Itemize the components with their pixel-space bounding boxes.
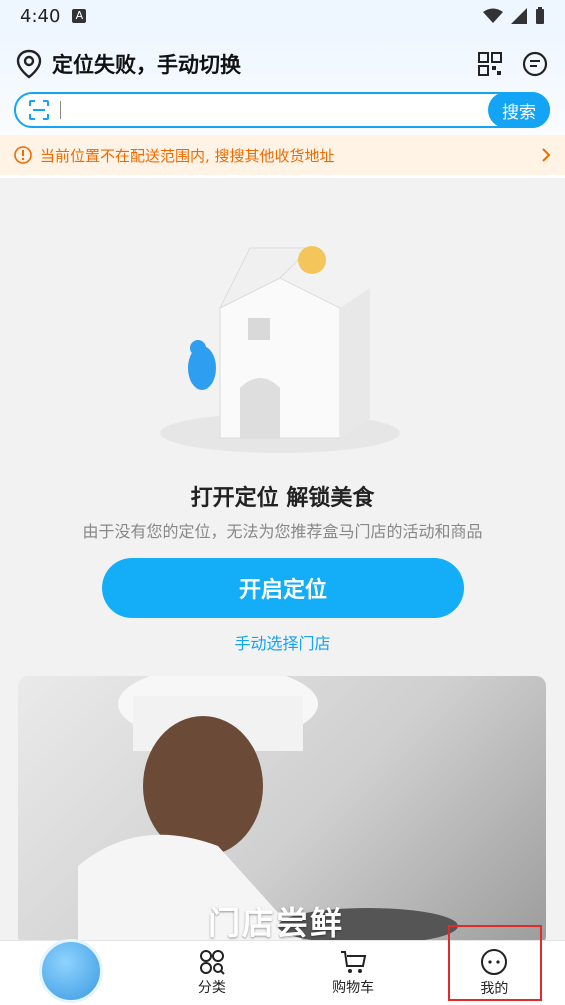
battery-icon: [536, 7, 544, 24]
locate-subtitle: 由于没有您的定位，无法为您推荐盒马门店的活动和商品: [82, 522, 483, 541]
scan-icon[interactable]: [28, 99, 50, 121]
chevron-right-icon: [542, 148, 551, 162]
banner-title: 门店尝鲜: [208, 904, 345, 942]
cart-icon: [341, 951, 367, 973]
search-button[interactable]: 搜索: [488, 92, 550, 128]
bottom-tab-bar: 分类 购物车 我的: [0, 939, 565, 1005]
store-tasting-banner[interactable]: 门店尝鲜: [18, 676, 546, 946]
enable-location-button[interactable]: 开启定位: [102, 558, 464, 618]
tab-mine-label: 我的: [480, 981, 509, 997]
qr-code-icon[interactable]: [477, 51, 503, 77]
hippo-mascot-icon: [38, 939, 103, 1003]
location-pin-icon[interactable]: [16, 49, 42, 79]
search-input[interactable]: [61, 95, 488, 125]
tab-category[interactable]: 分类: [141, 941, 282, 1005]
tab-cart-label: 购物车: [332, 980, 375, 996]
wifi-icon: [483, 8, 503, 23]
tab-mine[interactable]: 我的: [424, 941, 565, 1005]
tab-cart[interactable]: 购物车: [283, 941, 424, 1005]
message-icon[interactable]: [521, 50, 549, 78]
location-switch-label[interactable]: 定位失败，手动切换: [52, 49, 241, 79]
delivery-warning-bar[interactable]: 当前位置不在配送范围内, 搜搜其他收货地址: [0, 135, 565, 175]
tab-home[interactable]: [0, 939, 141, 1005]
manual-select-store-link[interactable]: 手动选择门店: [0, 630, 565, 654]
notification-badge: A: [72, 9, 87, 23]
main-content: 打开定位 解锁美食 由于没有您的定位，无法为您推荐盒马门店的活动和商品 开启定位…: [0, 178, 565, 946]
search-bar[interactable]: 搜索: [14, 92, 550, 128]
locate-title: 打开定位 解锁美食: [190, 486, 375, 511]
tab-category-label: 分类: [197, 980, 226, 996]
warning-text: 当前位置不在配送范围内, 搜搜其他收货地址: [40, 146, 335, 165]
category-icon: [199, 950, 225, 975]
status-time: 4:40: [20, 5, 61, 27]
store-illustration: [160, 246, 400, 453]
profile-face-icon: [481, 949, 508, 975]
info-icon: [14, 146, 32, 164]
signal-icon: [511, 8, 527, 24]
location-row: 定位失败，手动切换: [16, 42, 549, 86]
status-bar: 4:40 A: [0, 0, 565, 32]
